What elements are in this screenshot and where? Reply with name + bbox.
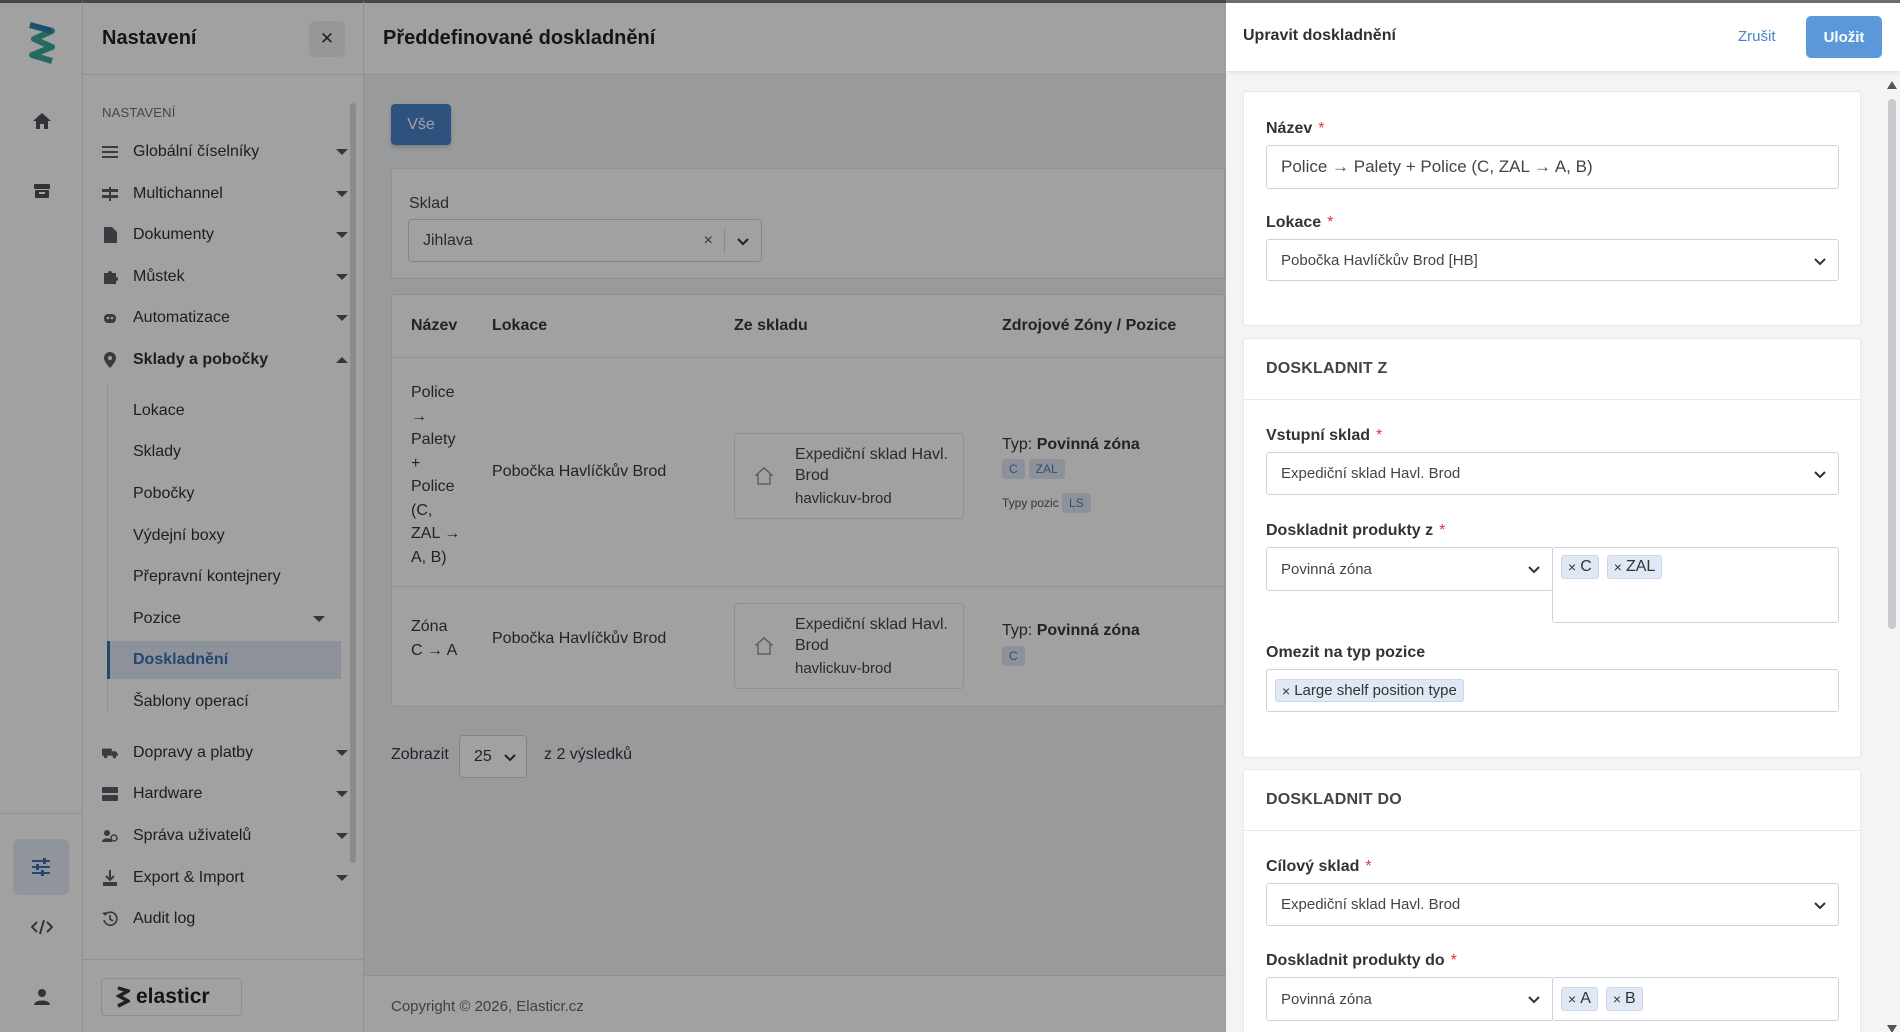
chevron-down-icon <box>1814 258 1826 266</box>
zone-chip-label: A <box>1580 990 1591 1007</box>
source-card: DOSKLADNIT Z Vstupní sklad * Expediční sk… <box>1243 338 1861 758</box>
zone-chip[interactable]: × A <box>1561 987 1598 1011</box>
target-warehouse-value: Expediční sklad Havl. Brod <box>1281 896 1461 913</box>
target-warehouse-select[interactable]: Expediční sklad Havl. Brod <box>1266 883 1839 926</box>
to-mode-value: Povinná zóna <box>1281 990 1372 1008</box>
panel-header: Upravit doskladnění Zrušit Uložit <box>1226 3 1900 72</box>
remove-chip-icon[interactable]: × <box>1613 991 1621 1007</box>
required-mark: * <box>1318 120 1325 137</box>
general-card: Název * Police → Palety + Police (C, ZAL … <box>1243 91 1861 326</box>
chevron-down-icon <box>1528 566 1540 574</box>
scroll-up-icon[interactable] <box>1887 81 1897 89</box>
modal-backdrop[interactable] <box>0 0 1226 1032</box>
source-section-title: DOSKLADNIT Z <box>1244 339 1860 400</box>
zone-chip-label: B <box>1625 990 1636 1007</box>
from-mode-value: Povinná zóna <box>1281 560 1372 578</box>
save-button[interactable]: Uložit <box>1806 16 1882 58</box>
location-select[interactable]: Pobočka Havlíčkův Brod [HB] <box>1266 239 1839 281</box>
location-label: Lokace * <box>1266 214 1333 232</box>
to-products-label: Doskladnit produkty do * <box>1266 952 1457 970</box>
from-products-label-text: Doskladnit produkty z <box>1266 522 1434 539</box>
target-warehouse-label: Cílový sklad * <box>1266 858 1372 876</box>
zone-chip[interactable]: × ZAL <box>1606 555 1663 579</box>
required-mark: * <box>1450 952 1457 969</box>
remove-chip-icon[interactable]: × <box>1568 559 1576 575</box>
target-card: DOSKLADNIT DO Cílový sklad * Expediční sk… <box>1243 769 1861 1032</box>
required-mark: * <box>1439 522 1446 539</box>
input-warehouse-label-text: Vstupní sklad <box>1266 427 1371 444</box>
zone-chip-label: ZAL <box>1625 558 1656 575</box>
remove-chip-icon[interactable]: × <box>1282 683 1290 699</box>
to-mode-select[interactable]: Povinná zóna <box>1266 977 1553 1021</box>
input-warehouse-select[interactable]: Expediční sklad Havl. Brod <box>1266 452 1839 495</box>
location-label-text: Lokace <box>1266 214 1322 231</box>
target-warehouse-label-text: Cílový sklad <box>1266 858 1360 875</box>
remove-chip-icon[interactable]: × <box>1568 991 1576 1007</box>
zone-chip[interactable]: × C <box>1561 555 1599 579</box>
chevron-down-icon <box>1528 996 1540 1004</box>
panel-title: Upravit doskladnění <box>1243 27 1396 44</box>
scroll-down-icon[interactable] <box>1887 1025 1897 1032</box>
position-type-multiselect[interactable]: × Large shelf position type <box>1266 669 1839 712</box>
location-value: Pobočka Havlíčkův Brod [HB] <box>1281 251 1478 269</box>
zone-chip-label: C <box>1580 558 1592 575</box>
remove-chip-icon[interactable]: × <box>1614 559 1622 575</box>
to-products-label-text: Doskladnit produkty do <box>1266 952 1445 969</box>
name-label-text: Název <box>1266 120 1313 137</box>
name-label: Název * <box>1266 120 1324 138</box>
chevron-down-icon <box>1814 902 1826 910</box>
input-warehouse-label: Vstupní sklad * <box>1266 427 1382 445</box>
from-products-label: Doskladnit produkty z * <box>1266 522 1445 540</box>
input-warehouse-value: Expediční sklad Havl. Brod <box>1281 465 1461 482</box>
required-mark: * <box>1327 214 1334 231</box>
edit-panel: Upravit doskladnění Zrušit Uložit Název *… <box>1226 0 1900 1032</box>
panel-scrollbar[interactable] <box>1886 81 1897 1032</box>
required-mark: * <box>1376 427 1383 444</box>
scrollbar-thumb[interactable] <box>1888 99 1896 629</box>
cancel-button[interactable]: Zrušit <box>1738 28 1776 45</box>
chevron-down-icon <box>1814 471 1826 479</box>
name-input[interactable]: Police → Palety + Police (C, ZAL → A, B) <box>1266 145 1839 189</box>
target-section-title: DOSKLADNIT DO <box>1244 770 1860 831</box>
position-type-chip[interactable]: × Large shelf position type <box>1275 679 1464 702</box>
from-zones-multiselect[interactable]: × C × ZAL <box>1552 547 1839 623</box>
zone-chip[interactable]: × B <box>1605 987 1643 1011</box>
required-mark: * <box>1365 858 1372 875</box>
to-zones-multiselect[interactable]: × A × B <box>1552 977 1839 1021</box>
position-type-chip-label: Large shelf position type <box>1294 682 1457 699</box>
from-mode-select[interactable]: Povinná zóna <box>1266 547 1553 591</box>
limit-position-type-label: Omezit na typ pozice <box>1266 644 1426 661</box>
